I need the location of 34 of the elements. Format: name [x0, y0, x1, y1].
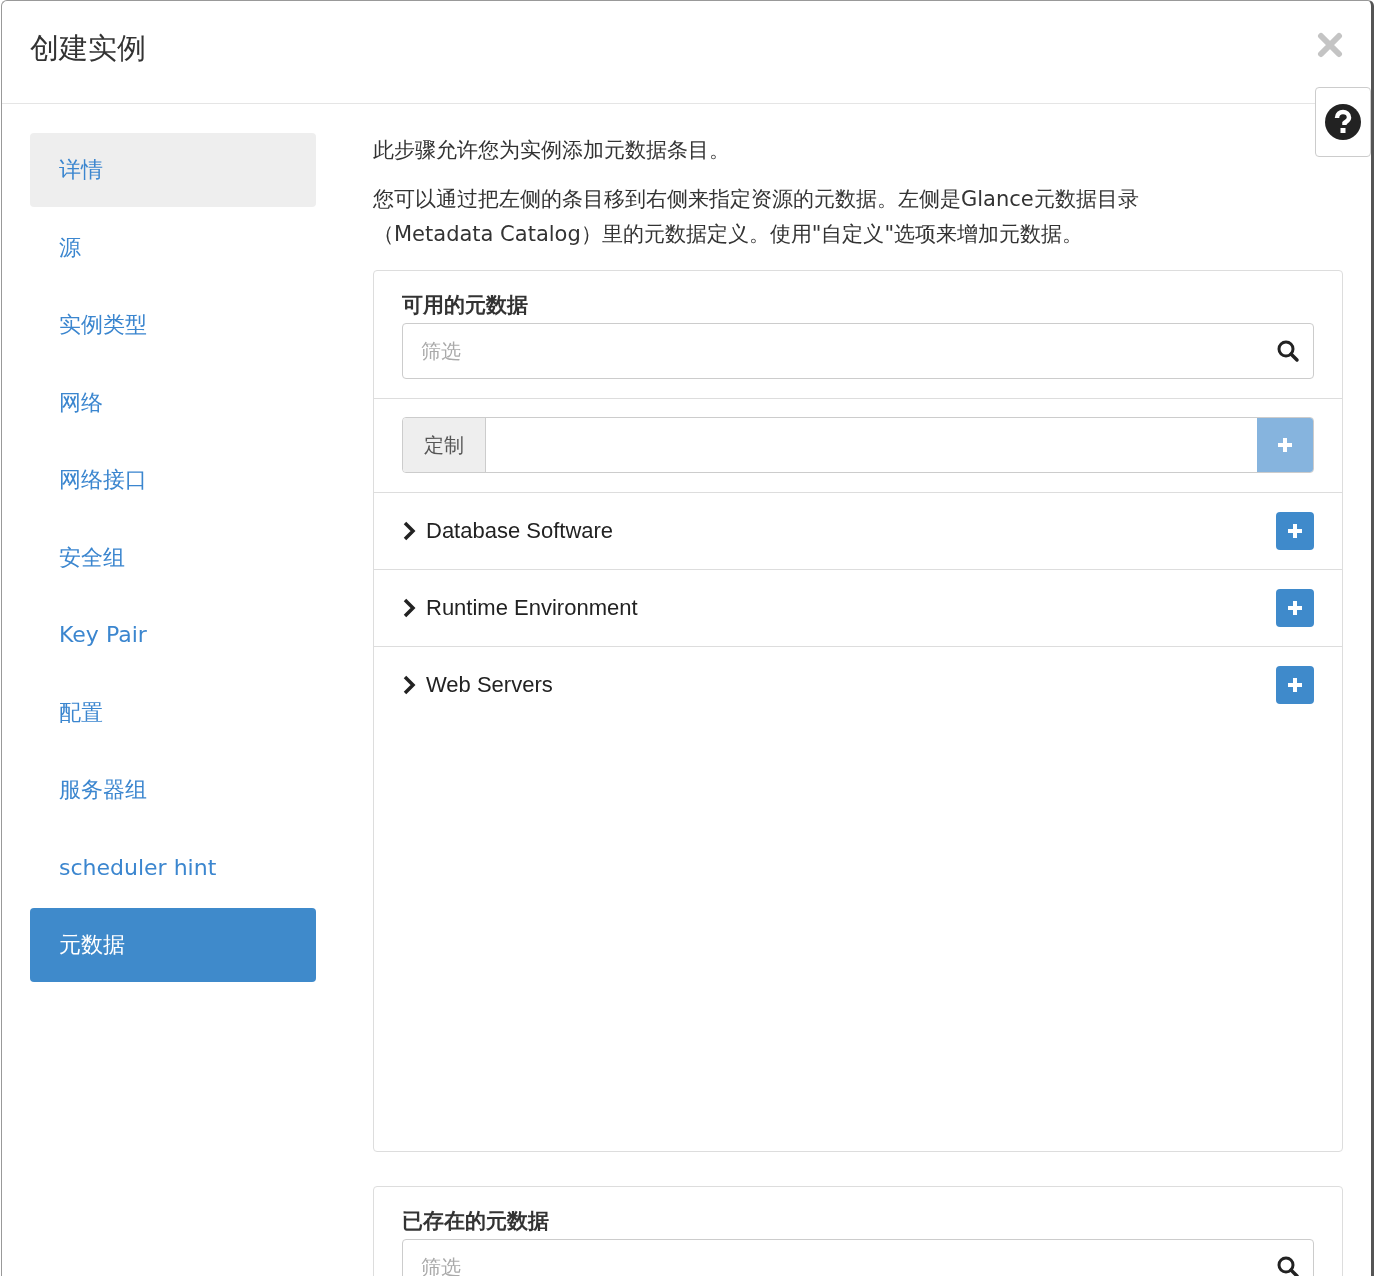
sidebar-item[interactable]: scheduler hint	[30, 830, 316, 905]
sidebar-item[interactable]: 源	[30, 210, 316, 285]
intro-text: 此步骤允许您为实例添加元数据条目。	[373, 137, 731, 164]
sidebar-item[interactable]: 配置	[30, 675, 316, 750]
add-button[interactable]	[1276, 666, 1314, 704]
help-icon[interactable]	[1324, 103, 1362, 141]
panel-title: 可用的元数据	[402, 292, 529, 319]
filter-field[interactable]: 筛选	[402, 1239, 1314, 1276]
dialog-title: 创建实例	[30, 30, 146, 67]
plus-icon[interactable]	[1286, 676, 1304, 694]
metadata-item[interactable]: Runtime Environment	[426, 595, 1276, 621]
panel-title: 已存在的元数据	[402, 1208, 550, 1235]
help-button[interactable]	[1315, 87, 1371, 157]
chevron-icon[interactable]	[402, 521, 416, 541]
sidebar-item[interactable]: 服务器组	[30, 753, 316, 827]
chevron-icon[interactable]	[402, 675, 416, 695]
filter-field[interactable]: 筛选	[402, 323, 1314, 379]
sidebar-item[interactable]: 元数据	[30, 908, 316, 982]
sidebar-item[interactable]: 网络接口	[30, 443, 316, 517]
sidebar-item[interactable]: Key Pair	[30, 598, 316, 672]
sidebar-item[interactable]: 详情	[30, 133, 316, 207]
metadata-item[interactable]: Database Software	[426, 518, 1276, 544]
search-icon	[1276, 339, 1300, 363]
add-button[interactable]	[1276, 512, 1314, 550]
plus-icon[interactable]	[1286, 522, 1304, 540]
plus-icon[interactable]	[1286, 599, 1304, 617]
add-button[interactable]	[1276, 589, 1314, 627]
sidebar-item[interactable]: 安全组	[30, 520, 316, 595]
search-icon	[1276, 1255, 1300, 1276]
metadata-item[interactable]: Web Servers	[426, 672, 1276, 698]
chevron-icon[interactable]	[402, 598, 416, 618]
sidebar-item[interactable]: 网络	[30, 365, 316, 440]
intro-text: 您可以通过把左侧的条目移到右侧来指定资源的元数据。左侧是Glance元数据目录（Metadata Catalog）里的元数据定义。使用"自定义"选项来增加元数据。	[373, 186, 1140, 248]
sidebar-item[interactable]: 实例类型	[30, 288, 316, 362]
